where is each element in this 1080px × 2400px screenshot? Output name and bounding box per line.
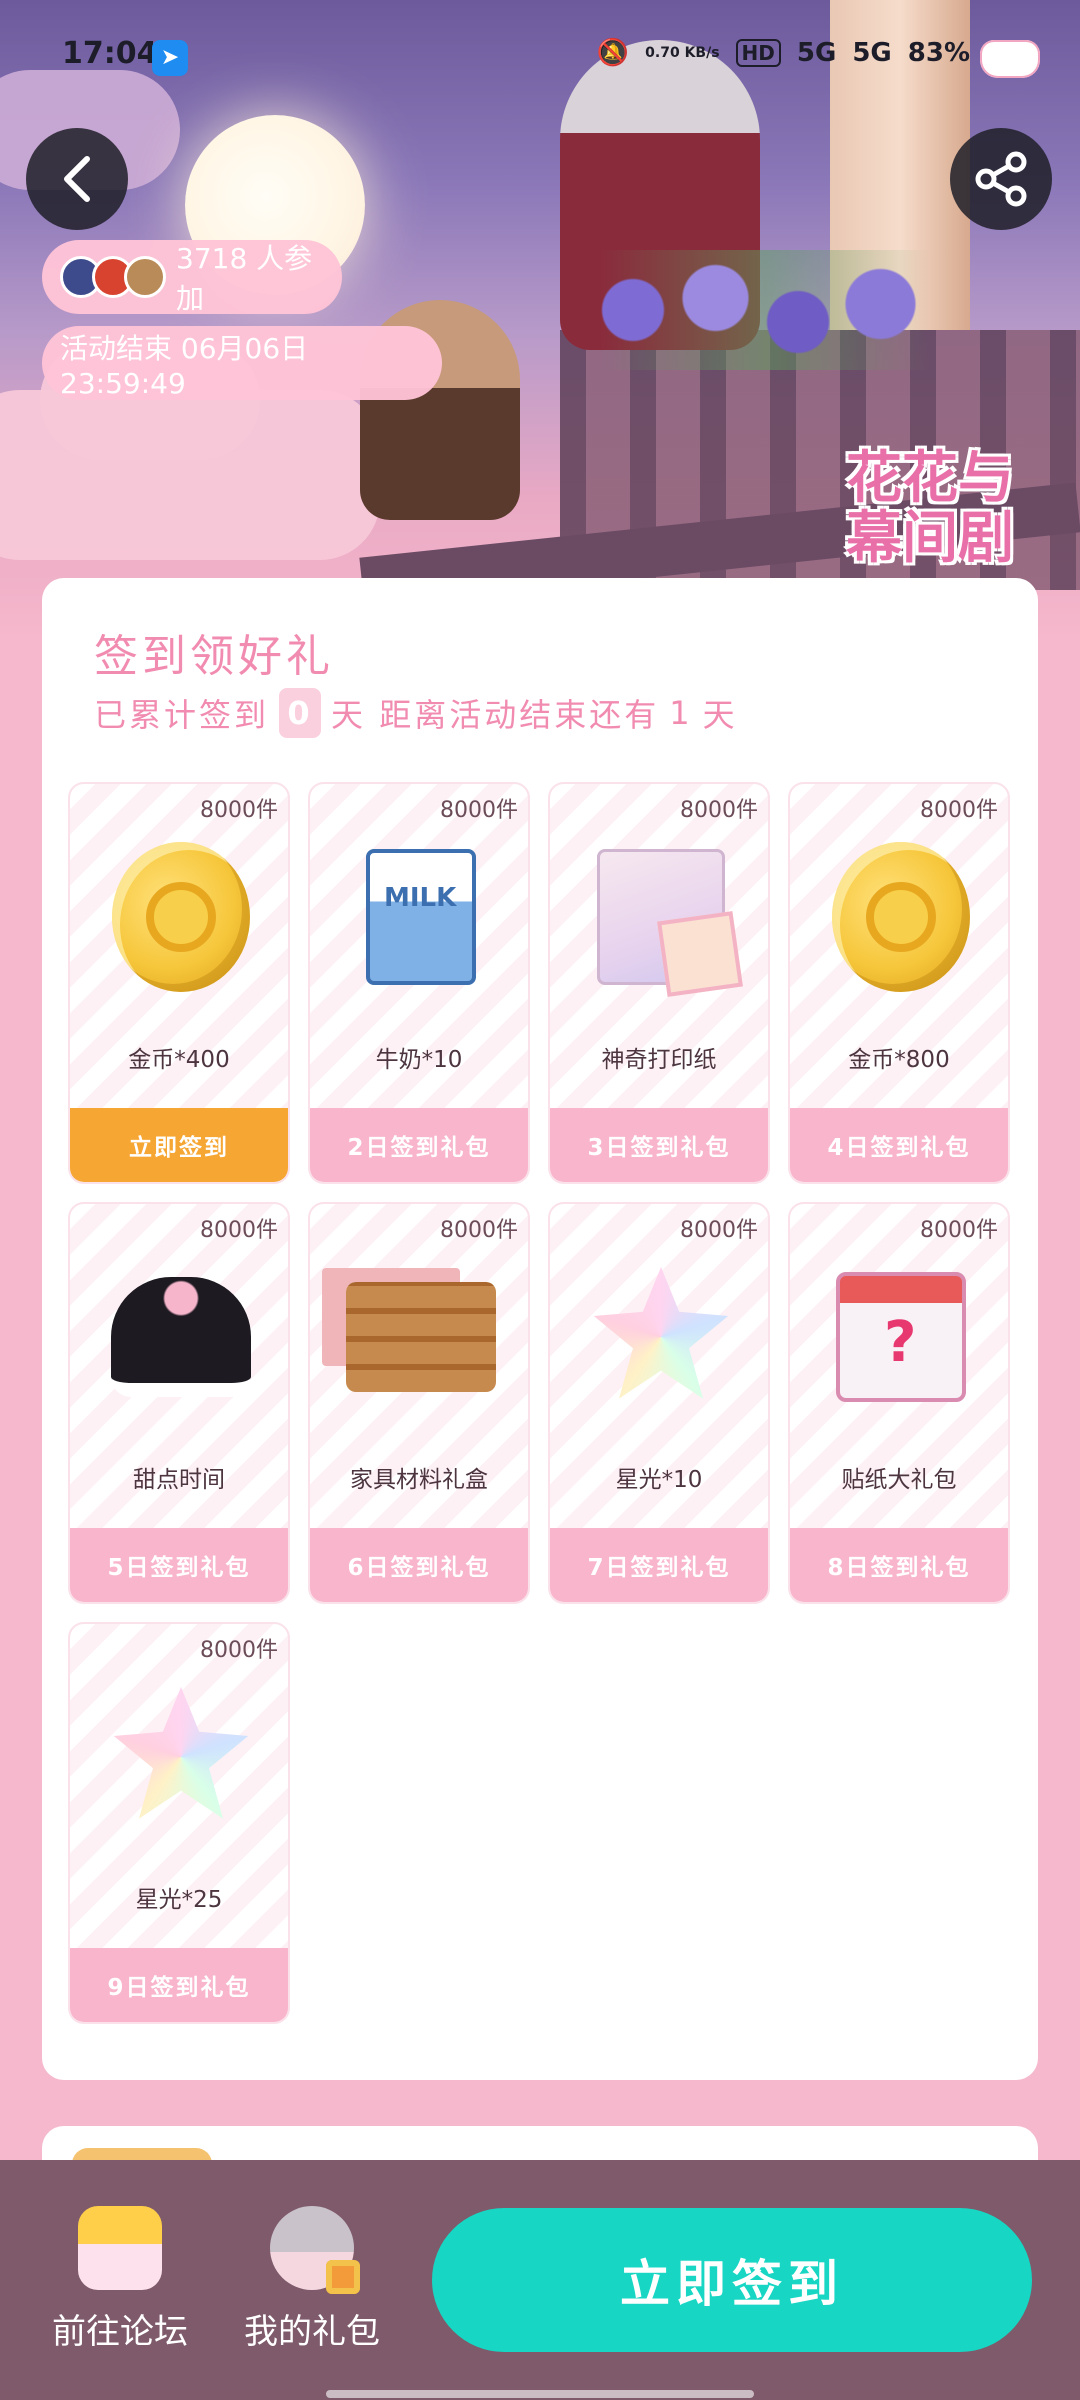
- reward-stock: 8000件: [200, 798, 278, 823]
- reward-stock: 8000件: [440, 1218, 518, 1243]
- checkin-now-button[interactable]: 立即签到: [70, 1108, 288, 1182]
- back-button[interactable]: [26, 128, 128, 230]
- checkin-card: 签到领好礼 已累计签到 0 天 距离活动结束还有 1 天 8000件 金币*40…: [42, 578, 1038, 2080]
- maid-dress-icon: [106, 1262, 256, 1412]
- status-indicators: 🔕 0.70 KB/s HD 5G 5G 83%: [597, 38, 970, 68]
- reward-stock: 8000件: [920, 798, 998, 823]
- progress-suffix: 天: [702, 696, 738, 734]
- cat-icon: [980, 40, 1040, 78]
- starlight-icon: [106, 1682, 256, 1832]
- reward-name: 神奇打印纸: [601, 1047, 717, 1073]
- day-gift-button[interactable]: 2日签到礼包: [310, 1108, 528, 1182]
- hd-icon: HD: [735, 39, 781, 67]
- participants-pill: 3718 人参加: [42, 240, 342, 315]
- battery-level: 83%: [907, 38, 970, 68]
- reward-name: 甜点时间: [133, 1467, 225, 1493]
- share-icon: [975, 151, 1027, 207]
- home-indicator[interactable]: [326, 2390, 754, 2398]
- day-gift-button[interactable]: 8日签到礼包: [790, 1528, 1008, 1602]
- gold-coin-icon: [826, 842, 976, 992]
- magic-print-paper-icon: [586, 842, 736, 992]
- reward-name: 家具材料礼盒: [350, 1467, 488, 1493]
- share-button[interactable]: [950, 128, 1052, 230]
- flowers: [600, 250, 930, 370]
- reward-stock: 8000件: [680, 798, 758, 823]
- signal-icon: 5G: [796, 38, 837, 68]
- gold-coin-icon: [106, 842, 256, 992]
- telegram-icon: ➤: [152, 40, 188, 76]
- gift-avatar-icon: [270, 2206, 360, 2294]
- signal-icon: 5G: [852, 38, 892, 68]
- event-logo: 花花与幕间剧: [846, 445, 1014, 571]
- forum-icon: [78, 2206, 162, 2290]
- reward-name: 金币*800: [848, 1047, 950, 1073]
- reward-tile[interactable]: 8000件 星光*25 9日签到礼包: [68, 1622, 290, 2024]
- reward-grid: 8000件 金币*400 立即签到 8000件 牛奶*10 2日签到礼包 800…: [68, 782, 1012, 2024]
- checkin-days: 0: [279, 688, 322, 738]
- starlight-icon: [586, 1262, 736, 1412]
- reward-stock: 8000件: [200, 1218, 278, 1243]
- progress-mid: 天 距离活动结束还有: [331, 696, 660, 734]
- gifts-label: 我的礼包: [244, 2312, 380, 2352]
- reward-stock: 8000件: [920, 1218, 998, 1243]
- reward-tile[interactable]: 8000件 甜点时间 5日签到礼包: [68, 1202, 290, 1604]
- day-gift-button[interactable]: 9日签到礼包: [70, 1948, 288, 2022]
- day-gift-button[interactable]: 5日签到礼包: [70, 1528, 288, 1602]
- reward-tile[interactable]: 8000件 牛奶*10 2日签到礼包: [308, 782, 530, 1184]
- reward-name: 金币*400: [128, 1047, 230, 1073]
- reward-stock: 8000件: [440, 798, 518, 823]
- reward-tile[interactable]: 8000件 金币*800 4日签到礼包: [788, 782, 1010, 1184]
- progress-prefix: 已累计签到: [94, 696, 270, 734]
- reward-name: 贴纸大礼包: [841, 1467, 957, 1493]
- reward-name: 牛奶*10: [375, 1047, 463, 1073]
- forum-nav-button[interactable]: 前往论坛: [40, 2206, 200, 2353]
- participants-count: 3718 人参加: [176, 242, 313, 315]
- reward-name: 星光*25: [135, 1887, 223, 1913]
- sticker-pack-icon: [826, 1262, 976, 1412]
- reward-name: 星光*10: [615, 1467, 703, 1493]
- checkin-progress: 已累计签到 0 天 距离活动结束还有 1 天: [94, 688, 738, 738]
- my-gifts-nav-button[interactable]: 我的礼包: [232, 2206, 392, 2353]
- status-bar: 17:04 ➤ 🔕 0.70 KB/s HD 5G 5G 83%: [0, 0, 1080, 110]
- reward-tile[interactable]: 8000件 神奇打印纸 3日签到礼包: [548, 782, 770, 1184]
- furniture-material-icon: [346, 1262, 496, 1412]
- reward-tile[interactable]: 8000件 金币*400 立即签到: [68, 782, 290, 1184]
- event-deadline-pill: 活动结束 06月06日 23:59:49: [42, 326, 442, 400]
- day-gift-button[interactable]: 4日签到礼包: [790, 1108, 1008, 1182]
- reward-stock: 8000件: [200, 1638, 278, 1663]
- day-gift-button[interactable]: 7日签到礼包: [550, 1528, 768, 1602]
- event-deadline: 活动结束 06月06日 23:59:49: [60, 331, 309, 400]
- reward-tile[interactable]: 8000件 贴纸大礼包 8日签到礼包: [788, 1202, 1010, 1604]
- days-left: 1: [669, 694, 693, 732]
- status-time: 17:04: [62, 36, 158, 71]
- reward-stock: 8000件: [680, 1218, 758, 1243]
- avatar: [124, 256, 166, 298]
- bottom-action-bar: 前往论坛 我的礼包 立即签到: [0, 2160, 1080, 2400]
- participant-avatars: [60, 256, 166, 298]
- day-gift-button[interactable]: 6日签到礼包: [310, 1528, 528, 1602]
- checkin-cta-button[interactable]: 立即签到: [432, 2208, 1032, 2352]
- mute-icon: 🔕: [596, 38, 630, 68]
- chevron-left-icon: [64, 156, 90, 202]
- reward-tile[interactable]: 8000件 星光*10 7日签到礼包: [548, 1202, 770, 1604]
- reward-tile[interactable]: 8000件 家具材料礼盒 6日签到礼包: [308, 1202, 530, 1604]
- net-speed: 0.70 KB/s: [645, 45, 720, 61]
- day-gift-button[interactable]: 3日签到礼包: [550, 1108, 768, 1182]
- forum-label: 前往论坛: [52, 2312, 188, 2352]
- milk-carton-icon: [346, 842, 496, 992]
- checkin-title: 签到领好礼: [94, 631, 334, 682]
